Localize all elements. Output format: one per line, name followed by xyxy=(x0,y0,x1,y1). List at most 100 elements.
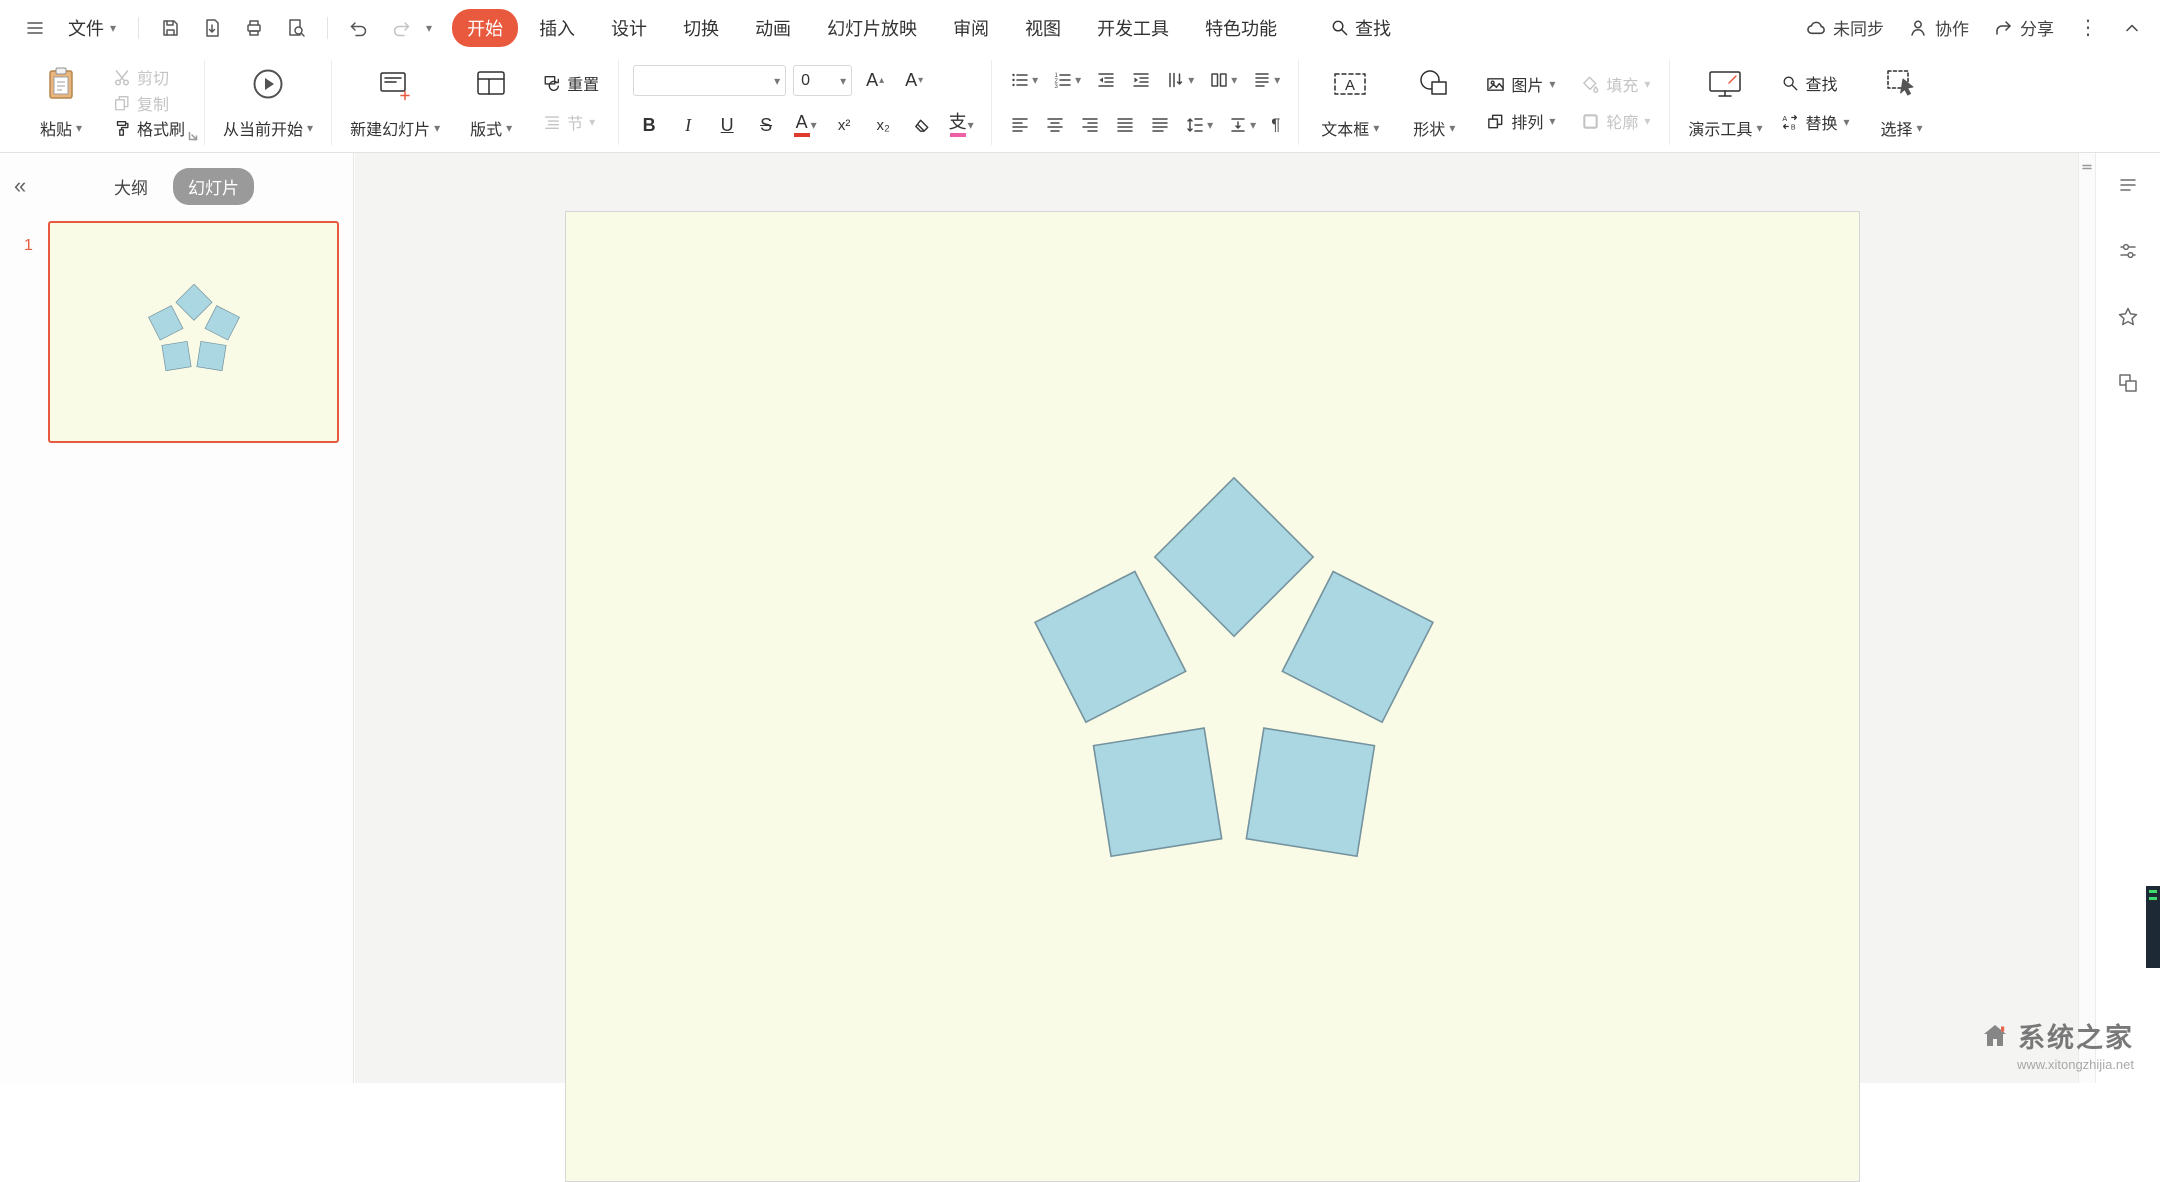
align-center-icon xyxy=(1045,115,1065,135)
print-preview-button[interactable] xyxy=(279,11,313,45)
properties-panel-button[interactable] xyxy=(2110,233,2146,269)
slide-thumbnail[interactable] xyxy=(48,221,339,443)
paragraph-settings-button[interactable]: ¶ xyxy=(1267,110,1284,140)
decrease-font-button[interactable]: A▾ xyxy=(898,66,930,96)
quickbar-dropdown-icon[interactable]: ▾ xyxy=(426,22,432,34)
line-spacing-icon xyxy=(1185,115,1205,135)
share-button[interactable]: 分享 xyxy=(1993,15,2054,40)
cut-button[interactable]: 剪切 xyxy=(108,64,190,90)
underline-button[interactable]: U xyxy=(711,110,743,140)
export-icon xyxy=(202,18,222,38)
collapse-ribbon-button[interactable] xyxy=(2122,18,2142,38)
pane-list-button[interactable] xyxy=(2110,167,2146,203)
bullet-list-button[interactable]: ▾ xyxy=(1006,65,1042,95)
star-petal[interactable] xyxy=(1094,728,1222,856)
picture-button[interactable]: 图片▾ xyxy=(1481,71,1560,98)
tab-slides-pane[interactable]: 幻灯片 xyxy=(173,168,254,205)
align-right-button[interactable] xyxy=(1076,110,1104,140)
sliders-icon xyxy=(2117,240,2139,262)
save-button[interactable] xyxy=(153,11,187,45)
paragraph-spacing-button[interactable]: ▾ xyxy=(1224,110,1260,140)
copy-button[interactable]: 复制 xyxy=(108,90,190,116)
subscript-button[interactable]: x₂ xyxy=(867,110,899,140)
slide-surface[interactable] xyxy=(565,211,1860,1182)
play-from-current-button[interactable]: 从当前开始▾ xyxy=(219,60,317,145)
tab-special-features[interactable]: 特色功能 xyxy=(1190,9,1292,47)
tab-animation[interactable]: 动画 xyxy=(740,9,806,47)
star-petal[interactable] xyxy=(1155,478,1313,636)
shapes-panel-button[interactable] xyxy=(2110,365,2146,401)
undo-button[interactable] xyxy=(342,11,376,45)
sync-status[interactable]: 未同步 xyxy=(1805,15,1884,40)
font-size-select[interactable]: ▾ xyxy=(793,65,852,96)
align-left-button[interactable] xyxy=(1006,110,1034,140)
tab-insert[interactable]: 插入 xyxy=(524,9,590,47)
file-menu[interactable]: 文件 ▾ xyxy=(60,15,124,41)
arrange-button[interactable]: 排列▾ xyxy=(1481,108,1560,135)
font-name-input[interactable] xyxy=(634,72,774,90)
italic-button[interactable]: I xyxy=(672,110,704,140)
fill-button[interactable]: 填充▾ xyxy=(1576,71,1655,98)
font-color-button[interactable]: A ▾ xyxy=(789,110,821,140)
new-slide-button[interactable]: 新建幻灯片▾ xyxy=(346,60,444,145)
distribute-button[interactable] xyxy=(1146,110,1174,140)
tab-home[interactable]: 开始 xyxy=(452,9,518,47)
tab-developer[interactable]: 开发工具 xyxy=(1082,9,1184,47)
section-button[interactable]: 节 ▾ xyxy=(538,108,604,135)
more-menu-button[interactable]: ⋮ xyxy=(2078,18,2098,38)
tab-slideshow[interactable]: 幻灯片放映 xyxy=(812,9,932,47)
columns-button[interactable]: ▾ xyxy=(1205,65,1241,95)
export-button[interactable] xyxy=(195,11,229,45)
superscript-button[interactable]: x² xyxy=(828,110,860,140)
justify-button[interactable] xyxy=(1111,110,1139,140)
star-petal[interactable] xyxy=(1035,572,1186,723)
text-effects-button[interactable]: 支 ▾ xyxy=(945,110,977,140)
tab-review[interactable]: 审阅 xyxy=(938,9,1004,47)
format-painter-button[interactable]: 格式刷 xyxy=(108,115,190,141)
text-direction-button[interactable]: ▾ xyxy=(1162,65,1198,95)
panel-collapse-button[interactable]: « xyxy=(14,173,26,199)
find-menu[interactable]: 查找 xyxy=(1330,15,1391,41)
tab-design[interactable]: 设计 xyxy=(596,9,662,47)
svg-text:3: 3 xyxy=(1055,84,1059,90)
app-menu-button[interactable] xyxy=(18,11,52,45)
redo-button[interactable] xyxy=(384,11,418,45)
layout-button[interactable]: 版式▾ xyxy=(454,60,528,145)
decrease-indent-button[interactable] xyxy=(1092,65,1120,95)
font-size-input[interactable] xyxy=(794,72,840,90)
replace-button[interactable]: AB 替换▾ xyxy=(1776,108,1854,135)
align-center-button[interactable] xyxy=(1041,110,1069,140)
clear-format-button[interactable] xyxy=(906,110,938,140)
caret-up-icon: ▴ xyxy=(879,76,884,86)
numbered-list-button[interactable]: 123▾ xyxy=(1049,65,1085,95)
scrollbar-grip-icon[interactable] xyxy=(2079,153,2095,181)
star-petal[interactable] xyxy=(1282,572,1433,723)
vertical-scrollbar[interactable] xyxy=(2078,153,2096,1083)
paste-button[interactable]: 粘贴▾ xyxy=(24,60,98,145)
tab-outline-pane[interactable]: 大纲 xyxy=(99,168,163,205)
shapes-button[interactable]: 形状▾ xyxy=(1397,60,1471,145)
strikethrough-button[interactable]: S xyxy=(750,110,782,140)
line-spacing-button[interactable]: ▾ xyxy=(1181,110,1217,140)
paragraph-menu-button[interactable]: ▾ xyxy=(1248,65,1284,95)
shapes-icon xyxy=(1415,65,1453,103)
collaborate-button[interactable]: 协作 xyxy=(1908,15,1969,40)
bold-button[interactable]: B xyxy=(633,110,665,140)
print-icon xyxy=(244,18,264,38)
select-button[interactable]: 选择▾ xyxy=(1865,60,1939,145)
outline-button[interactable]: 轮廓▾ xyxy=(1576,108,1655,135)
textbox-button[interactable]: A 文本框▾ xyxy=(1313,60,1387,145)
presentation-tools-button[interactable]: 演示工具▾ xyxy=(1684,60,1766,145)
find-button[interactable]: 查找 xyxy=(1776,70,1854,97)
increase-indent-button[interactable] xyxy=(1127,65,1155,95)
increase-font-button[interactable]: A▴ xyxy=(859,66,891,96)
star-petal[interactable] xyxy=(1246,728,1374,856)
star-icon xyxy=(2117,306,2139,328)
tab-transition[interactable]: 切换 xyxy=(668,9,734,47)
print-button[interactable] xyxy=(237,11,271,45)
tab-view[interactable]: 视图 xyxy=(1010,9,1076,47)
font-name-select[interactable]: ▾ xyxy=(633,65,786,96)
reset-slide-button[interactable]: 重置 xyxy=(538,70,604,97)
favorites-panel-button[interactable] xyxy=(2110,299,2146,335)
clipboard-dialog-launcher[interactable] xyxy=(187,130,199,142)
